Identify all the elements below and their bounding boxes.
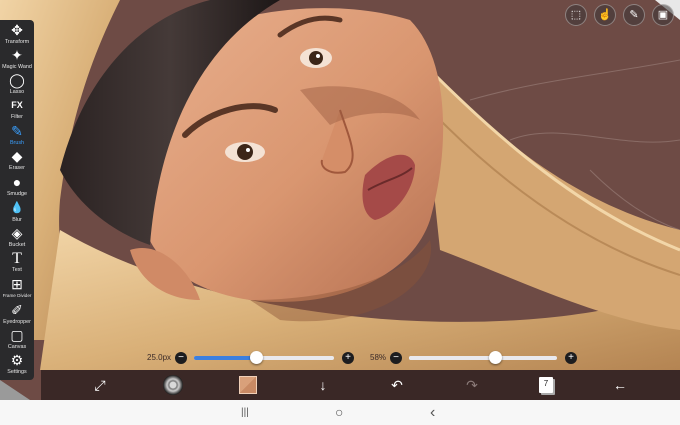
move-arrows-icon: ✥ [11, 22, 23, 38]
layers-count-button[interactable]: 7 [539, 377, 553, 393]
tool-label: Text [12, 267, 22, 273]
brush-opacity-increase-button[interactable]: + [565, 352, 577, 364]
pen-button[interactable]: ✎ [623, 4, 645, 26]
selection-icon: ⬚ [570, 9, 582, 21]
tool-label: Eraser [9, 165, 25, 171]
brush-size-slider-fill [194, 356, 256, 360]
tool-eraser[interactable]: ◆ Eraser [0, 148, 34, 174]
text-icon: T [12, 250, 22, 267]
tool-label: Magic Wand [2, 64, 32, 70]
back-nav-icon[interactable]: ‹ [430, 404, 435, 421]
tool-text[interactable]: T Text [0, 250, 34, 276]
tool-label: Eyedropper [3, 319, 31, 325]
brush-icon: ✎ [11, 123, 23, 139]
brush-opacity-slider[interactable] [409, 356, 557, 360]
hand-icon: ☝ [598, 9, 612, 21]
brush-size-decrease-button[interactable]: − [175, 352, 187, 364]
brush-tip-button[interactable] [163, 375, 183, 395]
download-button[interactable]: ↓ [312, 374, 334, 396]
canvas-icon: ▢ [10, 327, 24, 343]
color-swatch-button[interactable] [239, 376, 257, 394]
action-bar [41, 370, 680, 400]
layers-button[interactable]: ▣ [652, 4, 674, 26]
fx-icon: FX [11, 100, 23, 110]
tool-label: Settings [7, 369, 27, 375]
home-icon[interactable]: ○ [335, 404, 343, 421]
pen-icon: ✎ [629, 9, 639, 21]
tool-canvas[interactable]: ▢ Canvas [0, 327, 34, 353]
tool-brush[interactable]: ✎ Brush [0, 123, 34, 149]
eyedropper-icon: ✐ [11, 302, 23, 318]
frame-divider-icon: ⊞ [11, 276, 23, 292]
smudge-icon: ● [12, 174, 22, 190]
undo-button[interactable]: ↶ [386, 374, 408, 396]
selection-button[interactable]: ⬚ [565, 4, 587, 26]
arrow-down-icon: ↓ [319, 377, 327, 393]
tool-magic-wand[interactable]: ✦ Magic Wand [0, 47, 34, 73]
plus-icon: + [345, 352, 351, 363]
tool-smudge[interactable]: ● Smudge [0, 174, 34, 200]
tool-label: Smudge [6, 191, 28, 197]
tool-lasso[interactable]: ◯ Lasso [0, 72, 34, 98]
redo-icon: ↷ [466, 377, 478, 393]
tool-label: Blur [12, 217, 22, 223]
tool-label: Brush [9, 140, 25, 146]
system-navigation-bar: ||| ○ ‹ [0, 400, 680, 425]
hand-button[interactable]: ☝ [594, 4, 616, 26]
painting-artwork [0, 0, 680, 400]
plus-icon: + [568, 352, 574, 363]
lasso-icon: ◯ [9, 72, 25, 88]
recents-icon[interactable]: ||| [241, 404, 249, 421]
brush-size-slider[interactable] [194, 356, 334, 360]
fit-screen-button[interactable]: ⤢ [89, 374, 111, 396]
magic-wand-icon: ✦ [11, 47, 23, 63]
tool-label: Transform [4, 39, 30, 45]
layers-icon: ▣ [657, 9, 669, 21]
minus-icon: − [393, 352, 399, 363]
brush-opacity-slider-handle[interactable] [488, 351, 502, 364]
brush-size-increase-button[interactable]: + [342, 352, 354, 364]
undo-icon: ↶ [391, 377, 403, 393]
tool-label: Canvas [7, 344, 27, 350]
eraser-icon: ◆ [11, 148, 23, 164]
brush-size-value: 25.0px [147, 353, 172, 362]
back-button[interactable]: ← [609, 374, 631, 396]
gear-icon: ⚙ [10, 352, 24, 368]
blur-drop-icon: 💧 [10, 202, 24, 214]
layers-count: 7 [543, 379, 549, 388]
tool-label: Lasso [9, 89, 25, 95]
fit-screen-icon: ⤢ [94, 377, 106, 393]
arrow-left-icon: ← [613, 377, 627, 393]
brush-opacity-value: 58% [370, 353, 387, 362]
tool-filter[interactable]: FX Filter [0, 97, 34, 123]
brush-size-slider-handle[interactable] [249, 351, 263, 364]
brush-opacity-decrease-button[interactable]: − [390, 352, 402, 364]
tool-label: Bucket [8, 242, 26, 248]
tool-transform[interactable]: ✥ Transform [0, 22, 34, 48]
tool-eyedropper[interactable]: ✐ Eyedropper [0, 302, 34, 328]
tool-label: Filter [11, 114, 23, 120]
tool-settings[interactable]: ⚙ Settings [0, 352, 34, 378]
tool-blur[interactable]: 💧 Blur [0, 200, 34, 226]
minus-icon: − [178, 352, 184, 363]
tool-frame-divider[interactable]: ⊞ Frame Divider [0, 276, 34, 302]
brush-opacity-slider-fill [409, 356, 495, 360]
tool-palette: ✥ Transform ✦ Magic Wand ◯ Lasso FX Filt… [0, 20, 34, 380]
bucket-icon: ◈ [11, 225, 23, 241]
tool-label: Frame Divider [2, 293, 32, 298]
tool-bucket[interactable]: ◈ Bucket [0, 225, 34, 251]
redo-button[interactable]: ↷ [461, 374, 483, 396]
drawing-canvas[interactable] [0, 0, 680, 400]
